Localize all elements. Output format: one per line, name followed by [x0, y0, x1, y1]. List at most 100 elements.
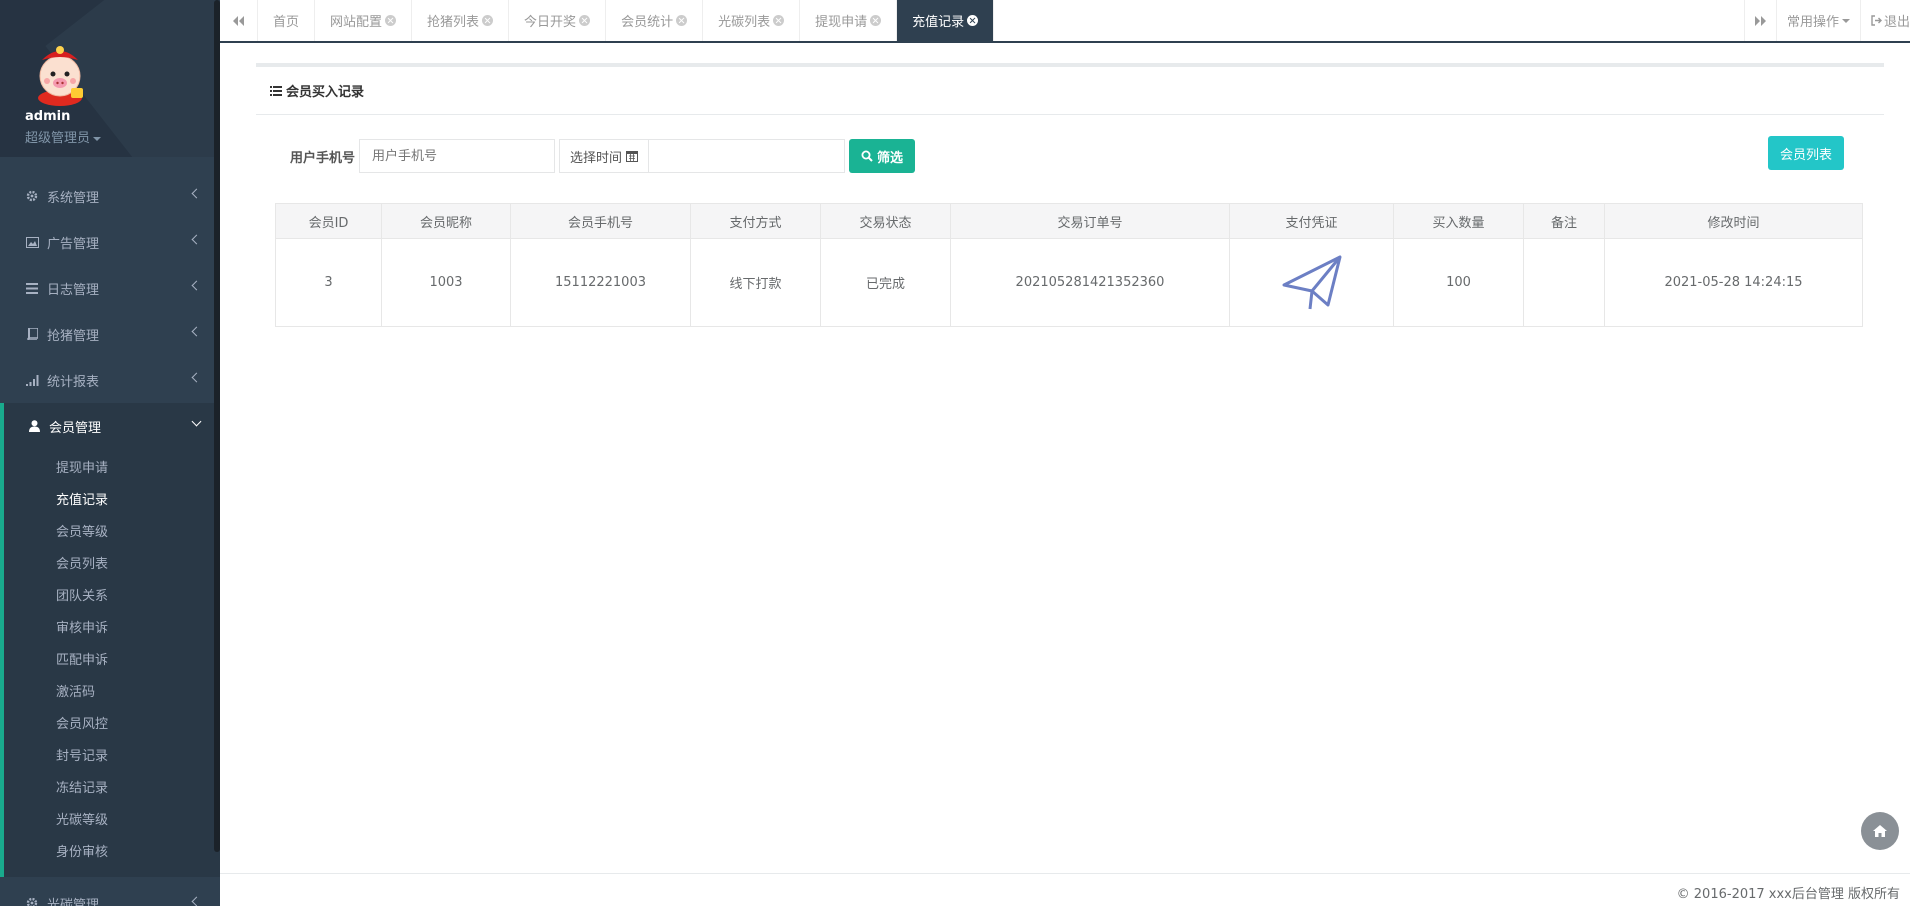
- tab-scroll-left-button[interactable]: [220, 0, 258, 41]
- cell-payment-method: 线下打款: [690, 238, 821, 327]
- chevron-left-icon: [191, 896, 202, 906]
- col-header-phone: 会员手机号: [510, 203, 691, 239]
- payment-proof-image[interactable]: [1282, 255, 1342, 311]
- close-icon[interactable]: [773, 15, 785, 26]
- cell-quantity: 100: [1393, 238, 1524, 327]
- tab-carbon-list[interactable]: 光碳列表: [703, 0, 801, 41]
- caret-down-icon: [93, 136, 102, 141]
- col-header-payment-proof: 支付凭证: [1229, 203, 1394, 239]
- page-title: 会员买入记录: [256, 67, 1884, 115]
- member-list-button[interactable]: 会员列表: [1768, 136, 1845, 170]
- forward-icon: [1754, 15, 1766, 26]
- time-range-label: 选择时间: [570, 150, 623, 166]
- profile-name: admin: [25, 109, 71, 124]
- backward-icon: [233, 15, 244, 26]
- sidebar-item-system[interactable]: 系统管理: [0, 173, 220, 219]
- home-float-button[interactable]: [1861, 812, 1899, 850]
- cell-nickname: 1003: [381, 238, 511, 327]
- tab-recharge[interactable]: 充值记录: [897, 0, 995, 41]
- close-icon[interactable]: [967, 15, 979, 26]
- table-header-row: 会员ID 会员昵称 会员手机号 支付方式 交易状态 交易订单号 支付凭证 买入数…: [275, 203, 1863, 239]
- col-header-order-no: 交易订单号: [950, 203, 1230, 239]
- filter-button[interactable]: 筛选: [849, 139, 916, 173]
- tab-scroll-right-button[interactable]: [1743, 0, 1776, 41]
- tab-label: 网站配置: [330, 15, 383, 30]
- sidebar-item-pig[interactable]: 抢猪管理: [0, 311, 220, 357]
- sidebar-item-logs[interactable]: 日志管理: [0, 265, 220, 311]
- caret-down-icon: [1841, 18, 1850, 23]
- sidebar-item-label: 日志管理: [47, 282, 100, 298]
- subnav-item-withdraw[interactable]: 提现申请: [4, 453, 220, 485]
- records-table: 会员ID 会员昵称 会员手机号 支付方式 交易状态 交易订单号 支付凭证 买入数…: [275, 203, 1863, 327]
- tab-site-config[interactable]: 网站配置: [315, 0, 413, 41]
- chevron-left-icon: [191, 188, 202, 199]
- home-icon: [1873, 825, 1887, 837]
- sidebar-item-members[interactable]: 会员管理: [0, 403, 220, 449]
- close-icon[interactable]: [482, 15, 494, 26]
- close-icon[interactable]: [385, 15, 397, 26]
- close-icon[interactable]: [579, 15, 591, 26]
- close-icon[interactable]: [676, 15, 688, 26]
- filter-bar: 用户手机号 选择时间 筛选: [290, 139, 916, 173]
- tab-bar: 首页 网站配置 抢猪列表 今日开奖 会员统计 光碳列表 提现申请 充值记录 常用…: [220, 0, 1910, 43]
- sidebar-item-ads[interactable]: 广告管理: [0, 219, 220, 265]
- gear-icon: [25, 189, 39, 203]
- tab-pig-list[interactable]: 抢猪列表: [412, 0, 510, 41]
- time-range-input[interactable]: [648, 139, 846, 173]
- tab-member-stats[interactable]: 会员统计: [606, 0, 704, 41]
- subnav-item-activation-code[interactable]: 激活码: [4, 677, 220, 709]
- subnav-item-freeze-records[interactable]: 冻结记录: [4, 773, 220, 805]
- cell-modified-time: 2021-05-28 14:24:15: [1604, 238, 1863, 327]
- tab-home[interactable]: 首页: [258, 0, 316, 41]
- chevron-left-icon: [191, 326, 202, 337]
- app-root: admin 超级管理员 系统管理 广告管理 日志管理 抢猪管理 统计报表 会员管…: [0, 0, 1910, 906]
- subnav-item-level[interactable]: 会员等级: [4, 517, 220, 549]
- subnav-item-match-appeal[interactable]: 匹配申诉: [4, 645, 220, 677]
- sidebar: admin 超级管理员 系统管理 广告管理 日志管理 抢猪管理 统计报表 会员管…: [0, 0, 220, 906]
- phone-input[interactable]: [359, 139, 556, 173]
- profile-role-label: 超级管理员: [25, 131, 91, 146]
- tab-label: 会员统计: [621, 15, 674, 30]
- subnav-item-team[interactable]: 团队关系: [4, 581, 220, 613]
- image-icon: [25, 235, 39, 249]
- subnav-item-recharge[interactable]: 充值记录: [4, 485, 220, 517]
- gear-icon: [25, 896, 39, 906]
- signal-icon: [25, 373, 39, 387]
- tab-withdraw[interactable]: 提现申请: [800, 0, 898, 41]
- subnav-item-member-list[interactable]: 会员列表: [4, 549, 220, 581]
- col-header-status: 交易状态: [820, 203, 951, 239]
- cell-order-no: 202105281421352360: [950, 238, 1230, 327]
- book-icon: [25, 327, 39, 341]
- member-list-button-label: 会员列表: [1780, 147, 1833, 163]
- sidebar-item-label: 统计报表: [47, 374, 100, 390]
- chevron-left-icon: [191, 280, 202, 291]
- subnav-item-identity-review[interactable]: 身份审核: [4, 837, 220, 869]
- subnav-item-review-appeal[interactable]: 审核申诉: [4, 613, 220, 645]
- chevron-left-icon: [191, 372, 202, 383]
- sidebar-item-carbon[interactable]: 光碳管理: [0, 881, 220, 906]
- footer: © 2016-2017 xxx后台管理 版权所有: [220, 873, 1910, 906]
- subnav-item-ban-records[interactable]: 封号记录: [4, 741, 220, 773]
- subnav-item-risk-control[interactable]: 会员风控: [4, 709, 220, 741]
- subnav-item-carbon-level[interactable]: 光碳等级: [4, 805, 220, 837]
- cell-status: 已完成: [820, 238, 951, 327]
- chevron-left-icon: [191, 234, 202, 245]
- sidebar-item-label: 光碳管理: [47, 897, 100, 906]
- col-header-remark: 备注: [1523, 203, 1605, 239]
- col-header-quantity: 买入数量: [1393, 203, 1524, 239]
- tab-today-draw[interactable]: 今日开奖: [509, 0, 607, 41]
- sidebar-item-label: 广告管理: [47, 236, 100, 252]
- logout-button[interactable]: 退出: [1859, 0, 1910, 41]
- tab-label: 充值记录: [912, 15, 965, 30]
- ibox-panel: 会员买入记录: [256, 63, 1884, 115]
- profile-role-dropdown[interactable]: 超级管理员: [25, 127, 102, 146]
- table-row: 3 1003 15112221003 线下打款 已完成 202105281421…: [275, 238, 1863, 327]
- sidebar-subnav-members: 提现申请 充值记录 会员等级 会员列表 团队关系 审核申诉 匹配申诉 激活码 会…: [0, 449, 220, 877]
- sidebar-item-stats[interactable]: 统计报表: [0, 357, 220, 403]
- sidebar-nav-lower: 光碳管理: [0, 881, 220, 906]
- search-icon: [861, 150, 873, 162]
- common-ops-label: 常用操作: [1786, 15, 1839, 30]
- avatar[interactable]: [25, 38, 95, 108]
- close-icon[interactable]: [870, 15, 882, 26]
- common-ops-dropdown[interactable]: 常用操作: [1775, 0, 1860, 41]
